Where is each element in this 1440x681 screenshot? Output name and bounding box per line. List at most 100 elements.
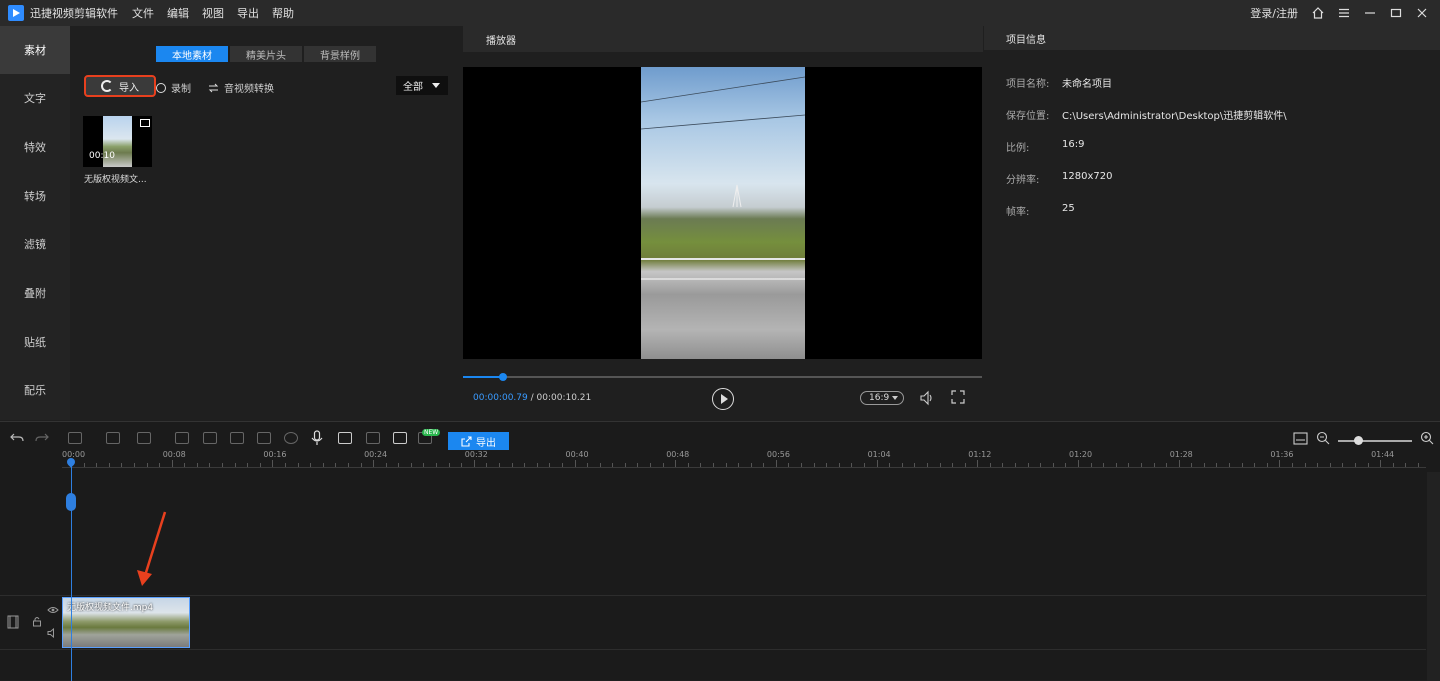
ruler-tick-label: 01:44 — [1371, 450, 1395, 459]
rail-item-overlays[interactable]: 叠附 — [0, 269, 70, 317]
microphone-icon[interactable] — [311, 430, 323, 446]
timeline-scrollbar[interactable] — [1427, 472, 1440, 681]
ruler-tick — [1329, 463, 1331, 467]
undo-icon[interactable] — [10, 431, 24, 445]
ruler-tick — [977, 460, 979, 467]
ruler-tick — [398, 463, 400, 467]
filter-value: 全部 — [403, 82, 423, 93]
mosaic-icon[interactable] — [203, 432, 217, 444]
ruler-tick — [650, 463, 652, 467]
maximize-icon[interactable] — [1390, 7, 1402, 19]
rail-item-music[interactable]: 配乐 — [0, 366, 70, 414]
minimize-icon[interactable] — [1364, 7, 1376, 19]
ruler-tick — [272, 460, 274, 467]
ruler-tick — [284, 463, 286, 467]
ruler-tick — [1090, 463, 1092, 467]
tab-intros[interactable]: 精美片头 — [230, 46, 302, 62]
ruler-tick-label: 00:32 — [464, 450, 488, 459]
rail-item-text[interactable]: 文字 — [0, 74, 70, 122]
ruler-tick — [1304, 463, 1306, 467]
subtitle-icon[interactable] — [393, 432, 407, 444]
aspect-ratio-select[interactable]: 16:9 — [860, 391, 904, 405]
ruler-tick — [801, 463, 803, 467]
freeze-icon[interactable] — [230, 432, 244, 444]
volume-icon[interactable] — [919, 390, 935, 406]
ruler-tick — [876, 460, 878, 467]
ruler-tick — [1027, 463, 1029, 467]
crop-icon[interactable] — [175, 432, 189, 444]
media-thumbnail[interactable]: 00:10 — [83, 116, 152, 167]
import-button[interactable]: 导入 — [84, 75, 156, 97]
ruler-tick — [1342, 463, 1344, 467]
menu-export[interactable]: 导出 — [237, 5, 259, 21]
menu-edit[interactable]: 编辑 — [167, 5, 189, 21]
video-clip[interactable]: 无版权视频文件.mp4 — [62, 597, 190, 648]
menu-view[interactable]: 视图 — [202, 5, 224, 21]
time-display: 00:00:00.79 / 00:00:10.21 — [473, 393, 591, 403]
ruler-tick — [788, 463, 790, 467]
zoom-out-icon[interactable] — [1316, 431, 1330, 445]
tab-local-media[interactable]: 本地素材 — [156, 46, 228, 62]
ruler-tick-label: 00:08 — [162, 450, 186, 459]
app-name: 迅捷视频剪辑软件 — [30, 7, 118, 20]
rail-item-effects[interactable]: 特效 — [0, 123, 70, 171]
redo-icon[interactable] — [35, 431, 49, 445]
convert-label: 音视频转换 — [224, 84, 274, 95]
ruler-tick — [952, 463, 954, 467]
speaker-icon[interactable] — [47, 628, 59, 638]
tab-backgrounds[interactable]: 背景样例 — [304, 46, 376, 62]
split-icon[interactable] — [137, 432, 151, 444]
progress-knob[interactable] — [498, 373, 507, 381]
player-title: 播放器 — [486, 35, 516, 47]
media-tabs: 本地素材 精美片头 背景样例 — [156, 46, 378, 62]
playhead-handle[interactable] — [66, 493, 76, 511]
rail-item-stickers[interactable]: 贴纸 — [0, 318, 70, 366]
audio-icon[interactable] — [257, 432, 271, 444]
ruler-tick — [964, 463, 966, 467]
home-icon[interactable] — [1312, 7, 1324, 19]
playback-progress[interactable] — [463, 373, 982, 381]
ruler-tick — [1103, 463, 1105, 467]
ruler-tick — [247, 463, 249, 467]
export-button[interactable]: 导出 — [448, 432, 509, 450]
record-button[interactable]: 录制 — [156, 80, 191, 95]
ruler-tick — [574, 460, 576, 467]
ruler-tick-label: 01:36 — [1270, 450, 1294, 459]
rail-item-filters[interactable]: 滤镜 — [0, 220, 70, 268]
zoom-slider[interactable] — [1338, 440, 1412, 442]
rail-item-material[interactable]: 素材 — [0, 26, 70, 74]
menu-help[interactable]: 帮助 — [272, 5, 294, 21]
timeline-ruler[interactable]: 00:00 00:08 00:16 00:24 00:32 00:40 00:48 00:56… — [62, 450, 1426, 468]
delete-icon[interactable] — [68, 432, 82, 444]
close-icon[interactable] — [1416, 7, 1428, 19]
zoom-knob[interactable] — [1354, 436, 1363, 445]
fit-icon[interactable] — [1293, 432, 1308, 445]
player-panel: 播放器 00:00:00.79 / 00:00:10.21 16:9 — [463, 26, 983, 420]
ruler-tick — [1254, 463, 1256, 467]
total-time: / 00:00:10.21 — [530, 393, 592, 403]
ruler-tick — [914, 463, 916, 467]
fullscreen-icon[interactable] — [951, 390, 965, 404]
ruler-tick — [700, 463, 702, 467]
ruler-tick-label: 00:40 — [565, 450, 589, 459]
rail-item-transitions[interactable]: 转场 — [0, 172, 70, 220]
filter-select[interactable]: 全部 — [396, 76, 448, 95]
menu-icon[interactable] — [1338, 7, 1350, 19]
ruler-tick — [1317, 463, 1319, 467]
eye-icon[interactable] — [47, 606, 59, 614]
ruler-tick — [1065, 463, 1067, 467]
export-icon — [461, 435, 472, 447]
ruler-tick — [133, 463, 135, 467]
menu-file[interactable]: 文件 — [132, 5, 154, 21]
login-link[interactable]: 登录/注册 — [1250, 5, 1298, 21]
lock-icon[interactable] — [32, 616, 42, 627]
zoom-in-icon[interactable] — [1420, 431, 1434, 445]
ruler-tick — [1417, 463, 1419, 467]
ruler-tick — [1040, 463, 1042, 467]
edit-icon[interactable] — [106, 432, 120, 444]
convert-button[interactable]: 音视频转换 — [208, 80, 274, 95]
play-button[interactable] — [712, 388, 734, 410]
green-screen-icon[interactable] — [366, 432, 380, 444]
speed-icon[interactable] — [284, 432, 298, 444]
text-icon[interactable] — [338, 432, 352, 444]
